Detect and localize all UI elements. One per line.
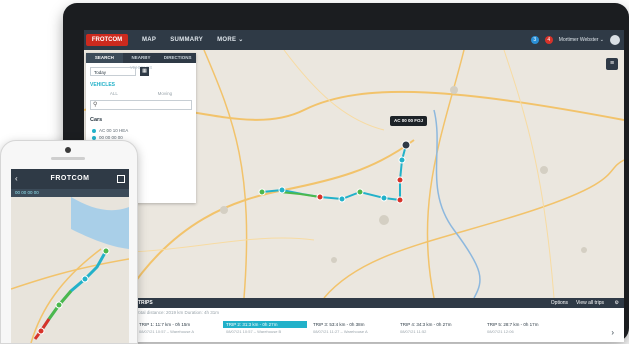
- panel-tabs: SEARCH NEARBY VEHICLES DIRECTIONS: [86, 53, 196, 70]
- vehicle-tag[interactable]: AC 00 00 FOJ: [390, 116, 428, 126]
- trips-summary: Total distance: 2019 km Duration: 4h 31m: [136, 310, 220, 315]
- group-header[interactable]: Cars: [86, 113, 196, 127]
- route-stop[interactable]: [398, 156, 406, 164]
- list-item[interactable]: AC 00 10 HEA: [86, 127, 196, 134]
- tab-search[interactable]: SEARCH: [86, 53, 123, 63]
- trips-header: TRIPS Options View all trips ⚙: [84, 298, 624, 308]
- search-icon: ⚲: [93, 102, 98, 108]
- trips-list: TRIP 1: 11:7 km - 0h 15m 08/07/21 10:57 …: [136, 321, 568, 339]
- app-screen: FROTCOM MAP SUMMARY MORE ⌄ 3 4 Mortimer …: [84, 30, 624, 342]
- alerts-badge[interactable]: 4: [544, 36, 553, 44]
- calendar-icon[interactable]: [117, 175, 125, 183]
- filter-all[interactable]: ALL: [110, 91, 118, 96]
- top-navbar: FROTCOM MAP SUMMARY MORE ⌄ 3 4 Mortimer …: [84, 30, 624, 50]
- route-stop[interactable]: [356, 188, 364, 196]
- trip-time: 08/07/21 12:06: [487, 329, 514, 334]
- trip-time: 08/07/21 10:57 – Warehouse A: [139, 329, 195, 334]
- status-dot-icon: [92, 135, 96, 140]
- trip-card-active[interactable]: TRIP 2: 31:3 km - 0h 27m 08/07/21 10:57 …: [223, 321, 307, 339]
- filter-moving[interactable]: Moving: [158, 91, 173, 96]
- trip-time: 08/07/21 11:52: [400, 329, 427, 334]
- trips-panel: TRIPS Options View all trips ⚙ Total dis…: [84, 298, 624, 342]
- trip-label: TRIP 3: 53:4 km - 0h 38m: [313, 322, 365, 327]
- date-select[interactable]: Today: [90, 67, 136, 76]
- calendar-icon[interactable]: ▦: [140, 67, 149, 76]
- phone-header: ‹ FROTCOM: [11, 169, 129, 189]
- phone-title: FROTCOM: [50, 175, 90, 182]
- tab-directions[interactable]: DIRECTIONS: [159, 53, 196, 63]
- gear-icon[interactable]: ⚙: [615, 298, 619, 308]
- trip-label: TRIP 2: 31:3 km - 0h 27m: [223, 321, 307, 328]
- trip-time: 08/07/21 10:57 – Warehouse B: [226, 329, 282, 334]
- trip-card[interactable]: TRIP 5: 28:7 km - 0h 17m 08/07/21 12:06: [484, 321, 568, 339]
- trip-card[interactable]: TRIP 3: 53:4 km - 0h 38m 08/07/21 11:27 …: [310, 321, 394, 339]
- route-stop[interactable]: [316, 193, 324, 201]
- messages-badge[interactable]: 3: [530, 36, 539, 44]
- trips-options: Options View all trips: [551, 298, 604, 308]
- phone-screen: ‹ FROTCOM 00 00 00 00: [11, 169, 129, 343]
- nav-summary[interactable]: SUMMARY: [170, 30, 203, 50]
- nav-map[interactable]: MAP: [142, 30, 156, 50]
- layers-icon[interactable]: ≡: [606, 58, 618, 70]
- route-stop[interactable]: [278, 186, 286, 194]
- top-right-controls: 3 4 Mortimer Webster ⌄: [530, 30, 620, 50]
- trip-time: 08/07/21 11:27 – Warehouse A: [313, 329, 368, 334]
- options-button[interactable]: Options: [551, 298, 568, 308]
- trip-label: TRIP 5: 28:7 km - 0h 17m: [487, 322, 539, 327]
- vehicle-search-input[interactable]: ⚲: [90, 100, 192, 110]
- avatar-icon[interactable]: [610, 35, 620, 45]
- chevron-right-icon[interactable]: ›: [611, 328, 614, 337]
- route-stop[interactable]: [338, 195, 346, 203]
- camera-icon: [65, 147, 71, 153]
- vehicle-filters: ALL Moving: [86, 90, 196, 97]
- main-nav: MAP SUMMARY MORE ⌄: [142, 30, 244, 50]
- trip-label: TRIP 4: 34:3 km - 0h 27m: [400, 322, 452, 327]
- route-stop[interactable]: [258, 188, 266, 196]
- nav-more[interactable]: MORE ⌄: [217, 30, 244, 50]
- trip-card[interactable]: TRIP 1: 11:7 km - 0h 15m 08/07/21 10:57 …: [136, 321, 220, 339]
- status-dot-icon: [92, 128, 96, 133]
- trips-title: TRIPS: [138, 300, 153, 306]
- phone-vehicle-label: 00 00 00 00: [11, 189, 129, 197]
- route-stop[interactable]: [396, 196, 404, 204]
- route-stop[interactable]: [380, 194, 388, 202]
- vehicle-marker[interactable]: [401, 140, 411, 150]
- speaker-grill: [51, 157, 85, 160]
- user-menu[interactable]: Mortimer Webster ⌄: [559, 37, 604, 43]
- trip-label: TRIP 1: 11:7 km - 0h 15m: [139, 322, 191, 327]
- vehicle-plate: AC 00 10 HEA: [99, 128, 129, 133]
- route-stop[interactable]: [396, 176, 404, 184]
- vehicles-label: VEHICLES: [90, 82, 116, 88]
- tab-nearby-vehicles[interactable]: NEARBY VEHICLES: [123, 53, 160, 70]
- trip-card[interactable]: TRIP 4: 34:3 km - 0h 27m 08/07/21 11:52: [397, 321, 481, 339]
- brand-logo: FROTCOM: [86, 34, 128, 46]
- view-all-trips-button[interactable]: View all trips: [576, 298, 604, 308]
- phone-frame: ‹ FROTCOM 00 00 00 00: [0, 140, 138, 344]
